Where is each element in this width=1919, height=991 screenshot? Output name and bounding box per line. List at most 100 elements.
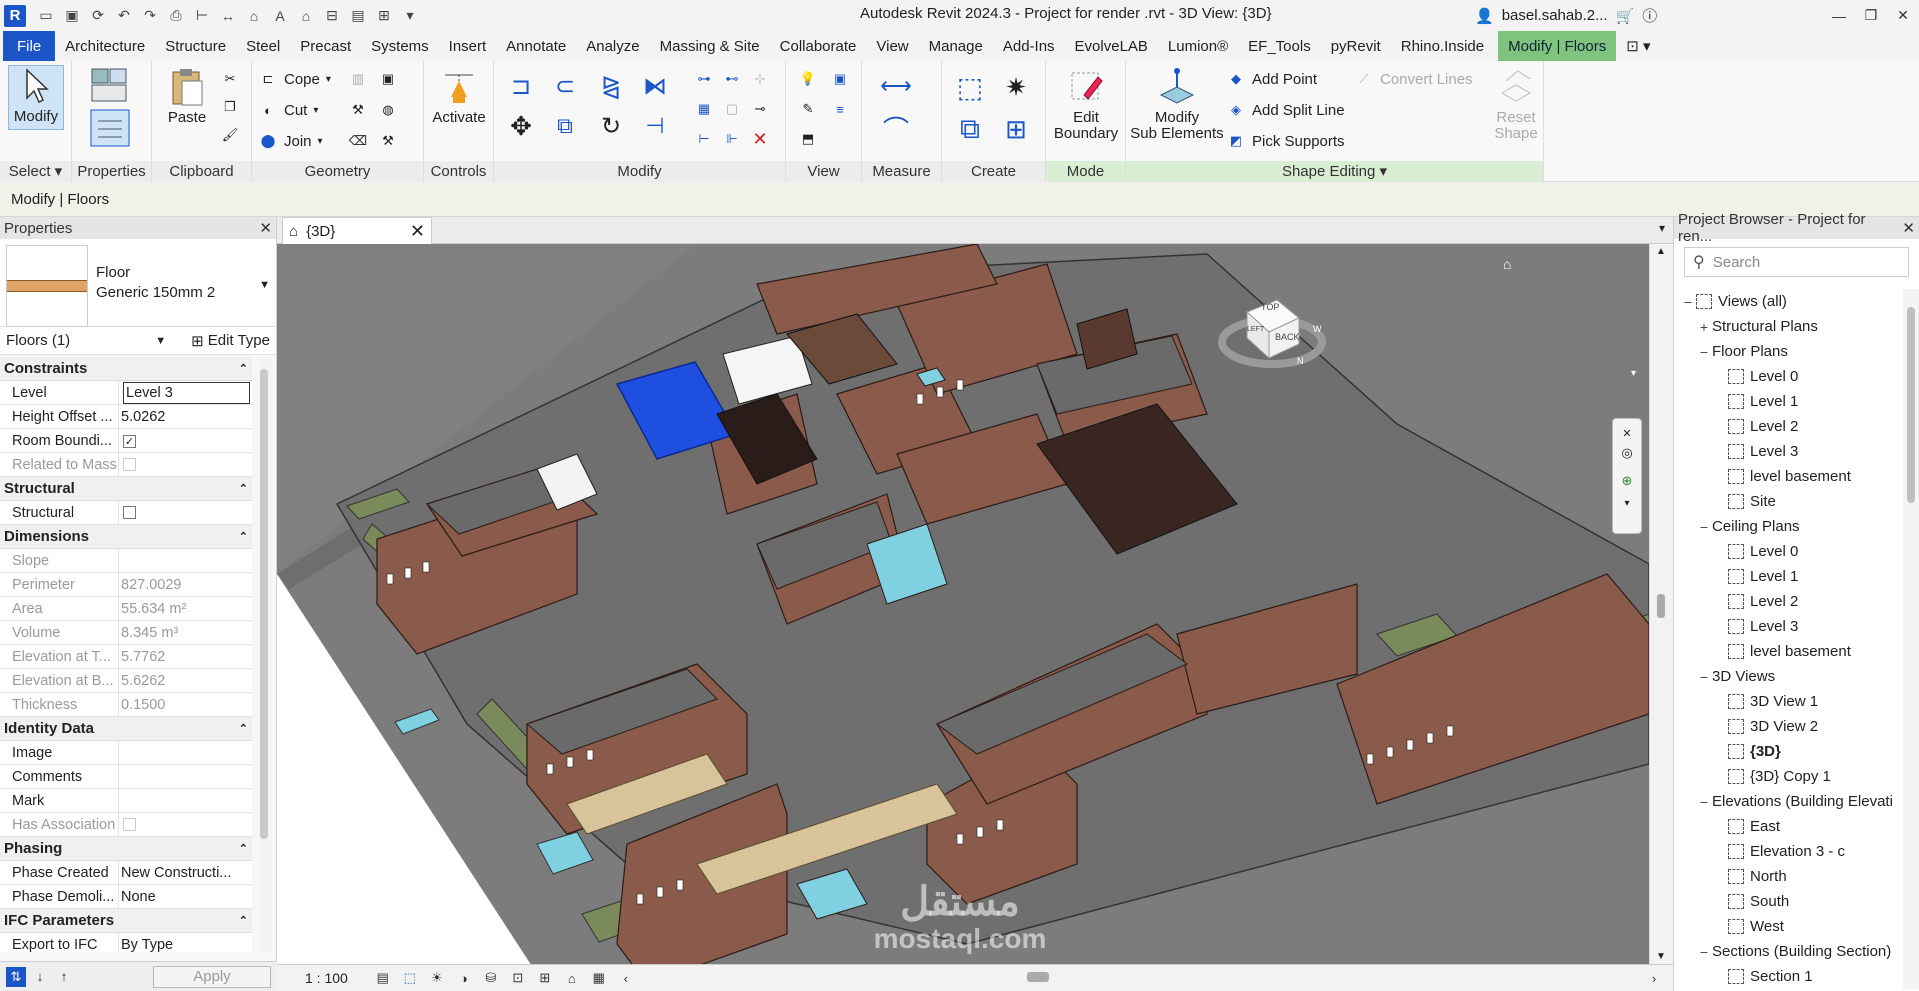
expand-toggle-icon[interactable]: −	[1696, 794, 1712, 810]
unlocked-view-icon[interactable]: ⌂	[561, 968, 583, 988]
navbar-close-icon[interactable]: ✕	[1617, 423, 1637, 443]
browser-node[interactable]: Level 2	[1674, 414, 1902, 439]
browser-node[interactable]: Level 0	[1674, 539, 1902, 564]
browser-node[interactable]: Level 0	[1674, 364, 1902, 389]
compass-west[interactable]: W	[1313, 324, 1322, 334]
collapse-section-icon[interactable]: ⌃	[239, 362, 248, 375]
collapse-section-icon[interactable]: ⌃	[239, 722, 248, 735]
tab-systems[interactable]: Systems	[361, 31, 439, 61]
property-value[interactable]: 5.0262	[119, 405, 252, 428]
create-similar-icon[interactable]: ⊞	[998, 111, 1034, 147]
sync-icon[interactable]: ⟳	[88, 6, 108, 26]
pick-supports-button[interactable]: ◩ Pick Supports	[1226, 131, 1345, 151]
properties-scrollbar[interactable]	[258, 357, 272, 952]
browser-node[interactable]: {3D} Copy 1	[1674, 764, 1902, 789]
revit-logo[interactable]: R	[4, 4, 26, 27]
type-properties-icon[interactable]	[90, 67, 130, 106]
tab-massing-site[interactable]: Massing & Site	[650, 31, 770, 61]
property-value[interactable]: Level 3	[119, 381, 252, 404]
viewcube-top[interactable]: TOP	[1261, 302, 1279, 312]
reveal-hidden-icon[interactable]: ≡	[830, 99, 850, 119]
offset-icon[interactable]: ⊂	[550, 71, 580, 101]
sun-path-icon[interactable]: ☀	[426, 968, 448, 988]
tab-list-icon[interactable]: ▾	[1659, 221, 1665, 235]
detail-level-icon[interactable]: ▤	[372, 968, 394, 988]
cart-icon[interactable]: 🛒	[1616, 7, 1635, 25]
expand-toggle-icon[interactable]: −	[1680, 294, 1696, 310]
tab-collaborate[interactable]: Collaborate	[770, 31, 867, 61]
convert-lines-button[interactable]: ⟋ Convert Lines	[1354, 69, 1472, 89]
demolish-icon[interactable]: ⚒	[348, 100, 368, 120]
properties-section[interactable]: IFC Parameters ⌃	[0, 909, 252, 933]
shadows-icon[interactable]: ◑	[453, 968, 475, 988]
property-value[interactable]	[119, 501, 252, 524]
close-view-tab-icon[interactable]: ✕	[410, 221, 425, 242]
dimension-icon[interactable]: ↔	[218, 6, 238, 26]
modify-sub-elements-button[interactable]: Modify Sub Elements	[1130, 67, 1224, 142]
print-icon[interactable]: ⎙	[166, 6, 186, 26]
viewport-vscroll[interactable]: ▲ ▼	[1649, 244, 1673, 964]
browser-node[interactable]: −3D Views	[1674, 664, 1902, 689]
browser-node[interactable]: {3D}	[1674, 739, 1902, 764]
trim-single-icon[interactable]: ⊩	[722, 129, 742, 149]
viewcube[interactable]: TOP BACK LEFT W N	[1217, 284, 1327, 377]
tab-rhino-inside[interactable]: Rhino.Inside	[1391, 31, 1494, 61]
split-face-icon[interactable]: ▣	[378, 69, 398, 89]
match-type-icon[interactable]: 🖌	[220, 125, 240, 145]
view-scale[interactable]: 1 : 100	[305, 970, 348, 986]
section-icon[interactable]: ⊟	[322, 6, 342, 26]
browser-node[interactable]: − Ceiling Plans	[1674, 514, 1902, 539]
split-gap-icon[interactable]: ⊷	[722, 69, 742, 89]
measure-icon[interactable]: ⊢	[192, 6, 212, 26]
save-icon[interactable]: ▣	[62, 6, 82, 26]
property-checkbox[interactable]	[123, 506, 136, 519]
browser-node[interactable]: + Structural Plans	[1674, 314, 1902, 339]
property-value[interactable]: ✓	[119, 429, 252, 452]
crop-region-icon[interactable]: ⊞	[534, 968, 556, 988]
properties-section[interactable]: Identity Data ⌃	[0, 717, 252, 741]
properties-section[interactable]: Phasing ⌃	[0, 837, 252, 861]
expand-toggle-icon[interactable]: −	[1696, 669, 1712, 685]
browser-node[interactable]: level basement	[1674, 464, 1902, 489]
collapse-section-icon[interactable]: ⌃	[239, 842, 248, 855]
tab-lumion[interactable]: Lumion®	[1158, 31, 1238, 61]
properties-section[interactable]: Constraints ⌃	[0, 357, 252, 381]
tab-pyrevit[interactable]: pyRevit	[1321, 31, 1391, 61]
override-graphics-icon[interactable]: ▣	[830, 69, 850, 89]
split-element-icon[interactable]: ⊶	[694, 69, 714, 89]
array-icon[interactable]: ▦	[694, 99, 714, 119]
open-icon[interactable]: ▭	[36, 6, 56, 26]
steering-wheel-icon[interactable]: ◎	[1617, 443, 1637, 463]
maximize-icon[interactable]: ❐	[1855, 0, 1887, 31]
text-icon[interactable]: A	[270, 6, 290, 26]
properties-section[interactable]: Dimensions ⌃	[0, 525, 252, 549]
tab-evolvelab[interactable]: EvolveLAB	[1065, 31, 1158, 61]
close-properties-icon[interactable]: ✕	[259, 219, 272, 237]
aligned-dimension-icon[interactable]: ⌒	[878, 111, 914, 145]
browser-node[interactable]: − Floor Plans	[1674, 339, 1902, 364]
reset-shape-button[interactable]: Reset Shape	[1492, 67, 1540, 142]
cut-button[interactable]: ◐ Cut ▾	[258, 100, 318, 120]
hide-element-icon[interactable]: 💡	[798, 69, 818, 89]
browser-node[interactable]: Section 1	[1674, 964, 1902, 989]
viewport-hscroll-thumb[interactable]	[1027, 972, 1049, 982]
compass-north[interactable]: N	[1297, 356, 1304, 366]
ribbon-minimize-icon[interactable]: ⊡ ▾	[1616, 31, 1660, 61]
browser-node[interactable]: Level 1	[1674, 564, 1902, 589]
viewcube-menu-icon[interactable]: ▾	[1631, 368, 1636, 379]
browser-node[interactable]: level basement	[1674, 639, 1902, 664]
property-value[interactable]: New Constructi...	[119, 861, 252, 884]
collapse-section-icon[interactable]: ⌃	[239, 530, 248, 543]
browser-node[interactable]: South	[1674, 889, 1902, 914]
mirror-pick-axis-icon[interactable]: ⧎	[596, 71, 626, 101]
viewcube-left[interactable]: LEFT	[1247, 326, 1264, 333]
building-model[interactable]	[277, 244, 1649, 964]
create-parts-icon[interactable]: ✷	[998, 69, 1034, 105]
account-icon[interactable]: 👤	[1475, 7, 1494, 25]
scroll-down-icon[interactable]: ▼	[1656, 951, 1666, 962]
rendering-dialog-icon[interactable]: ⛁	[480, 968, 502, 988]
3d-view-icon[interactable]: ⌂	[296, 6, 316, 26]
property-value[interactable]: None	[119, 885, 252, 908]
property-value[interactable]	[119, 789, 252, 812]
temp-hide-icon[interactable]: ▦	[588, 968, 610, 988]
